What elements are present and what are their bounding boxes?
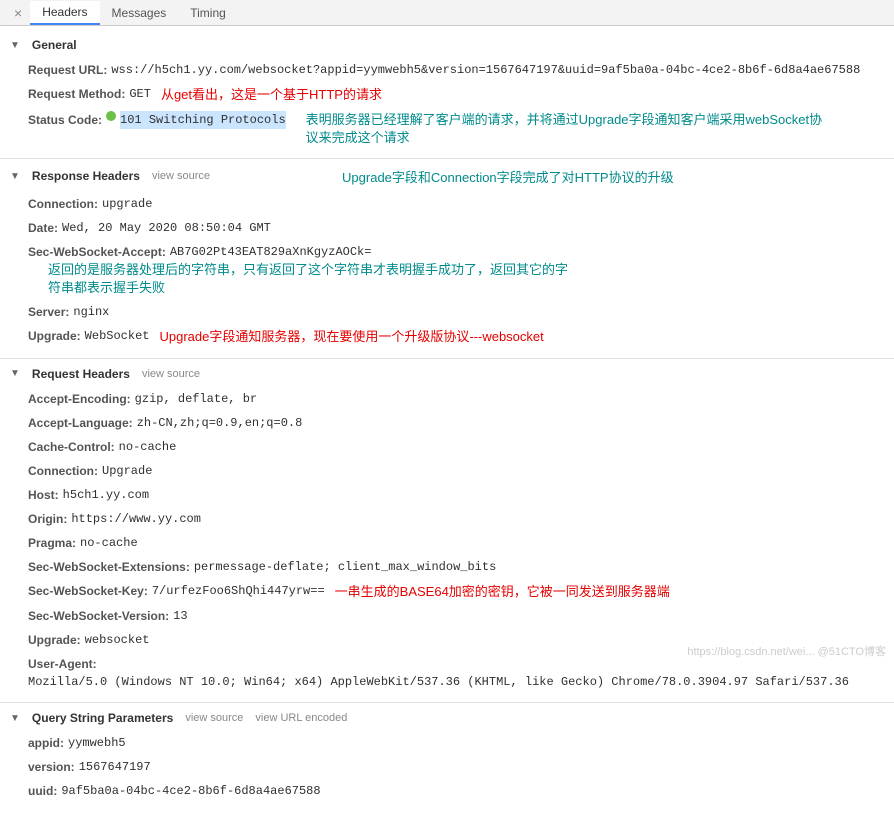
label: Status Code: <box>28 111 102 129</box>
tab-headers[interactable]: Headers <box>30 1 99 25</box>
chevron-down-icon[interactable]: ▼ <box>10 171 20 182</box>
annotation: 返回的是服务器处理后的字符串，只有返回了这个字符串才表明握手成功了，返回其它的字… <box>48 261 568 297</box>
label: User-Agent: <box>28 655 97 673</box>
value: zh-CN,zh;q=0.9,en;q=0.8 <box>137 414 303 432</box>
value: permessage-deflate; client_max_window_bi… <box>194 558 496 576</box>
value: Wed, 20 May 2020 08:50:04 GMT <box>62 219 271 237</box>
annotation: 从get看出，这是一个基于HTTP的请求 <box>161 85 382 105</box>
chevron-down-icon[interactable]: ▼ <box>10 368 20 379</box>
value: GET <box>129 85 151 103</box>
value: yymwebh5 <box>68 734 126 752</box>
value: 1567647197 <box>79 758 151 776</box>
section-title-query: Query String Parameters <box>32 711 173 725</box>
annotation: 一串生成的BASE64加密的密钥，它被一同发送到服务器端 <box>335 582 670 602</box>
row-sec-websocket-key: Sec-WebSocket-Key: 7/urfezFoo6ShQhi447yr… <box>10 579 884 605</box>
value: 9af5ba0a-04bc-4ce2-8b6f-6d8a4ae67588 <box>61 782 320 800</box>
label: Cache-Control: <box>28 438 115 456</box>
view-url-encoded-link[interactable]: view URL encoded <box>255 712 347 724</box>
row-request-url: Request URL: wss://h5ch1.yy.com/websocke… <box>10 58 884 82</box>
annotation: Upgrade字段通知服务器，现在要使用一个升级版协议---websocket <box>159 327 543 347</box>
view-source-link[interactable]: view source <box>185 712 243 724</box>
value: Upgrade <box>102 462 152 480</box>
value: websocket <box>85 631 150 649</box>
label: Server: <box>28 303 69 321</box>
value: https://www.yy.com <box>71 510 201 528</box>
chevron-down-icon[interactable]: ▼ <box>10 713 20 724</box>
section-request-headers: ▼ Request Headers view source Accept-Enc… <box>0 358 894 703</box>
label: Upgrade: <box>28 327 81 345</box>
label: Origin: <box>28 510 67 528</box>
value: 13 <box>173 607 187 625</box>
row-status-code: Status Code: 101 Switching Protocols 表明服… <box>10 108 884 150</box>
value: gzip, deflate, br <box>135 390 257 408</box>
label: version: <box>28 758 75 776</box>
tab-timing[interactable]: Timing <box>178 2 238 24</box>
headers-panel: ▼ General Request URL: wss://h5ch1.yy.co… <box>0 26 894 815</box>
annotation: Upgrade字段和Connection字段完成了对HTTP协议的升级 <box>342 167 674 186</box>
value: AB7G02Pt43EAT829aXnKgyzAOCk= <box>170 243 372 261</box>
label: Request Method: <box>28 85 125 103</box>
row-request-method: Request Method: GET 从get看出，这是一个基于HTTP的请求 <box>10 82 884 108</box>
label: appid: <box>28 734 64 752</box>
chevron-down-icon[interactable]: ▼ <box>10 40 20 51</box>
section-query-params: ▼ Query String Parameters view source vi… <box>0 702 894 811</box>
section-title-general: General <box>32 38 77 52</box>
tab-bar: × Headers Messages Timing <box>0 0 894 26</box>
section-title-request: Request Headers <box>32 367 130 381</box>
row-upgrade: Upgrade: WebSocket Upgrade字段通知服务器，现在要使用一… <box>10 324 884 350</box>
label: Request URL: <box>28 61 107 79</box>
value: nginx <box>73 303 109 321</box>
view-source-link[interactable]: view source <box>152 170 210 182</box>
value: h5ch1.yy.com <box>63 486 149 504</box>
section-response-headers: ▼ Response Headers view source Upgrade字段… <box>0 158 894 358</box>
value: no-cache <box>80 534 138 552</box>
label: Accept-Language: <box>28 414 133 432</box>
label: Sec-WebSocket-Key: <box>28 582 148 600</box>
value: 7/urfezFoo6ShQhi447yrw== <box>152 582 325 600</box>
value: Mozilla/5.0 (Windows NT 10.0; Win64; x64… <box>28 673 849 691</box>
value: WebSocket <box>85 327 150 345</box>
label: Host: <box>28 486 59 504</box>
view-source-link[interactable]: view source <box>142 368 200 380</box>
section-title-response: Response Headers <box>32 169 140 183</box>
annotation: 表明服务器已经理解了客户端的请求，并将通过Upgrade字段通知客户端采用web… <box>306 111 826 147</box>
label: Date: <box>28 219 58 237</box>
label: Connection: <box>28 462 98 480</box>
value: upgrade <box>102 195 152 213</box>
label: Connection: <box>28 195 98 213</box>
value: no-cache <box>119 438 177 456</box>
label: Pragma: <box>28 534 76 552</box>
label: uuid: <box>28 782 57 800</box>
label: Sec-WebSocket-Extensions: <box>28 558 190 576</box>
value: 101 Switching Protocols <box>120 111 286 129</box>
tab-messages[interactable]: Messages <box>100 2 179 24</box>
label: Sec-WebSocket-Accept: <box>28 243 166 261</box>
close-icon[interactable]: × <box>6 5 30 21</box>
row-sec-websocket-accept: Sec-WebSocket-Accept: AB7G02Pt43EAT829aX… <box>10 240 884 300</box>
value: wss://h5ch1.yy.com/websocket?appid=yymwe… <box>111 61 860 79</box>
label: Sec-WebSocket-Version: <box>28 607 169 625</box>
section-general: ▼ General Request URL: wss://h5ch1.yy.co… <box>0 30 894 158</box>
status-dot-icon <box>106 111 116 121</box>
label: Accept-Encoding: <box>28 390 131 408</box>
label: Upgrade: <box>28 631 81 649</box>
